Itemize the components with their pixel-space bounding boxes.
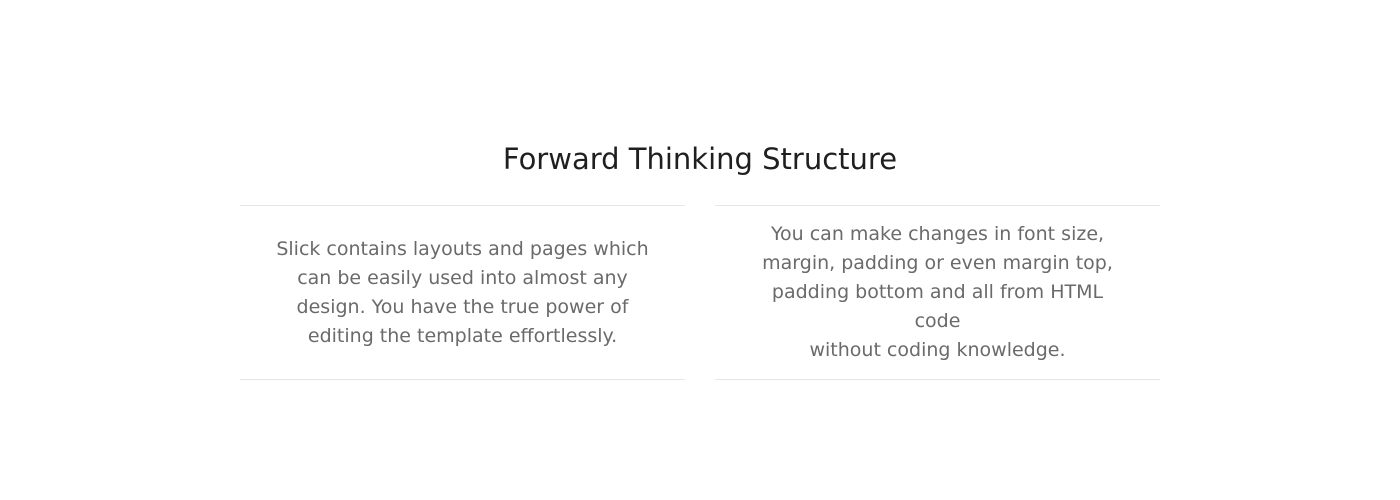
feature-section: Forward Thinking Structure Slick contain… [0,0,1400,500]
text-line: can be easily used into almost any [297,266,628,289]
text-line: editing the template effortlessly. [307,324,618,347]
text-line: without coding knowledge. [809,339,1066,361]
feature-column-right: You can make changes in font size, margi… [715,205,1160,380]
text-line: You can make changes in font size, [770,223,1105,245]
feature-columns: Slick contains layouts and pages which c… [240,205,1160,380]
section-title: Forward Thinking Structure [502,142,898,177]
text-line: padding bottom and all from HTML code [771,281,1104,332]
feature-column-left: Slick contains layouts and pages which c… [240,205,685,380]
text-line: margin, padding or even margin top, [762,252,1113,274]
text-line: Slick contains layouts and pages which [276,237,649,260]
text-line: design. You have the true power of [296,295,629,318]
feature-description-left: Slick contains layouts and pages which c… [273,235,653,351]
feature-description-right: You can make changes in font size, margi… [748,220,1128,365]
